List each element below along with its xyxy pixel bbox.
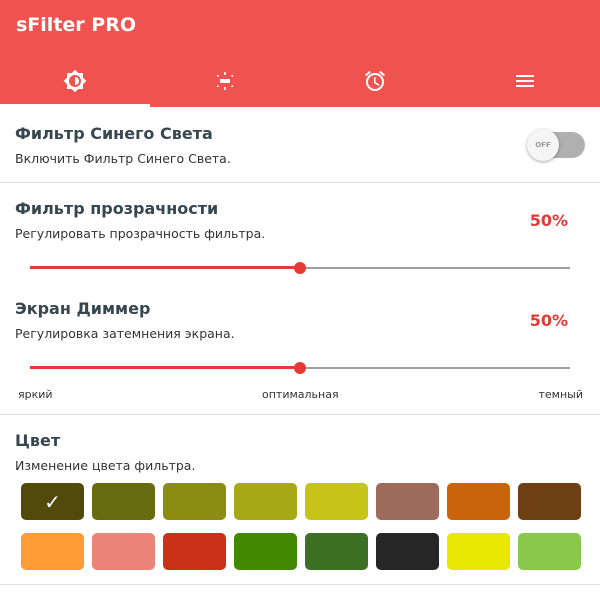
brightness-icon	[63, 69, 87, 97]
screen-dimmer-subtitle: Регулировка затемнения экрана.	[15, 326, 235, 341]
divider	[0, 414, 600, 415]
scale-label-optimal: оптимальная	[262, 388, 339, 401]
slider-thumb[interactable]	[294, 362, 306, 374]
opacity-filter-title: Фильтр прозрачности	[15, 199, 219, 218]
color-swatch[interactable]	[163, 483, 226, 520]
color-swatch[interactable]: ✓	[21, 483, 84, 520]
color-swatch[interactable]	[518, 533, 581, 570]
menu-icon	[513, 69, 537, 97]
dimmer-icon	[213, 69, 237, 97]
screen-dimmer-title: Экран Диммер	[15, 299, 151, 318]
color-swatch-grid: ✓	[21, 483, 581, 570]
scale-label-dark: темный	[538, 388, 584, 401]
tab-bar	[0, 58, 600, 107]
color-swatch[interactable]	[305, 533, 368, 570]
alarm-clock-icon	[363, 69, 387, 97]
color-title: Цвет	[15, 431, 61, 450]
color-swatch[interactable]	[163, 533, 226, 570]
toggle-knob: OFF	[527, 129, 559, 161]
app-title: sFilter PRO	[16, 14, 136, 36]
slider-fill	[30, 366, 300, 369]
blue-filter-subtitle: Включить Фильтр Синего Света.	[15, 151, 231, 166]
color-swatch[interactable]	[518, 483, 581, 520]
blue-filter-toggle[interactable]: OFF	[527, 127, 587, 163]
color-swatch[interactable]	[376, 533, 439, 570]
color-swatch[interactable]	[92, 483, 155, 520]
divider	[0, 182, 600, 183]
opacity-filter-subtitle: Регулировать прозрачность фильтра.	[15, 226, 266, 241]
tab-menu[interactable]	[450, 58, 600, 107]
slider-thumb[interactable]	[294, 262, 306, 274]
blue-filter-title: Фильтр Синего Света	[15, 124, 213, 143]
app-bar: sFilter PRO	[0, 0, 600, 107]
scale-label-bright: яркий	[18, 388, 53, 401]
color-swatch[interactable]	[234, 483, 297, 520]
color-swatch[interactable]	[447, 483, 510, 520]
screen-dimmer-value: 50%	[529, 311, 568, 330]
color-subtitle: Изменение цвета фильтра.	[15, 458, 196, 473]
tab-brightness[interactable]	[0, 58, 150, 107]
color-swatch[interactable]	[376, 483, 439, 520]
slider-fill	[30, 266, 300, 269]
tab-dimmer[interactable]	[150, 58, 300, 107]
checkmark-icon: ✓	[44, 489, 61, 514]
divider	[0, 584, 600, 585]
color-swatch[interactable]	[92, 533, 155, 570]
tab-indicator	[0, 104, 150, 107]
color-swatch[interactable]	[21, 533, 84, 570]
opacity-slider[interactable]	[30, 261, 570, 275]
color-swatch[interactable]	[447, 533, 510, 570]
screen-dimmer-slider[interactable]	[30, 361, 570, 375]
opacity-filter-value: 50%	[529, 211, 568, 230]
color-swatch[interactable]	[234, 533, 297, 570]
tab-alarm[interactable]	[300, 58, 450, 107]
color-swatch[interactable]	[305, 483, 368, 520]
